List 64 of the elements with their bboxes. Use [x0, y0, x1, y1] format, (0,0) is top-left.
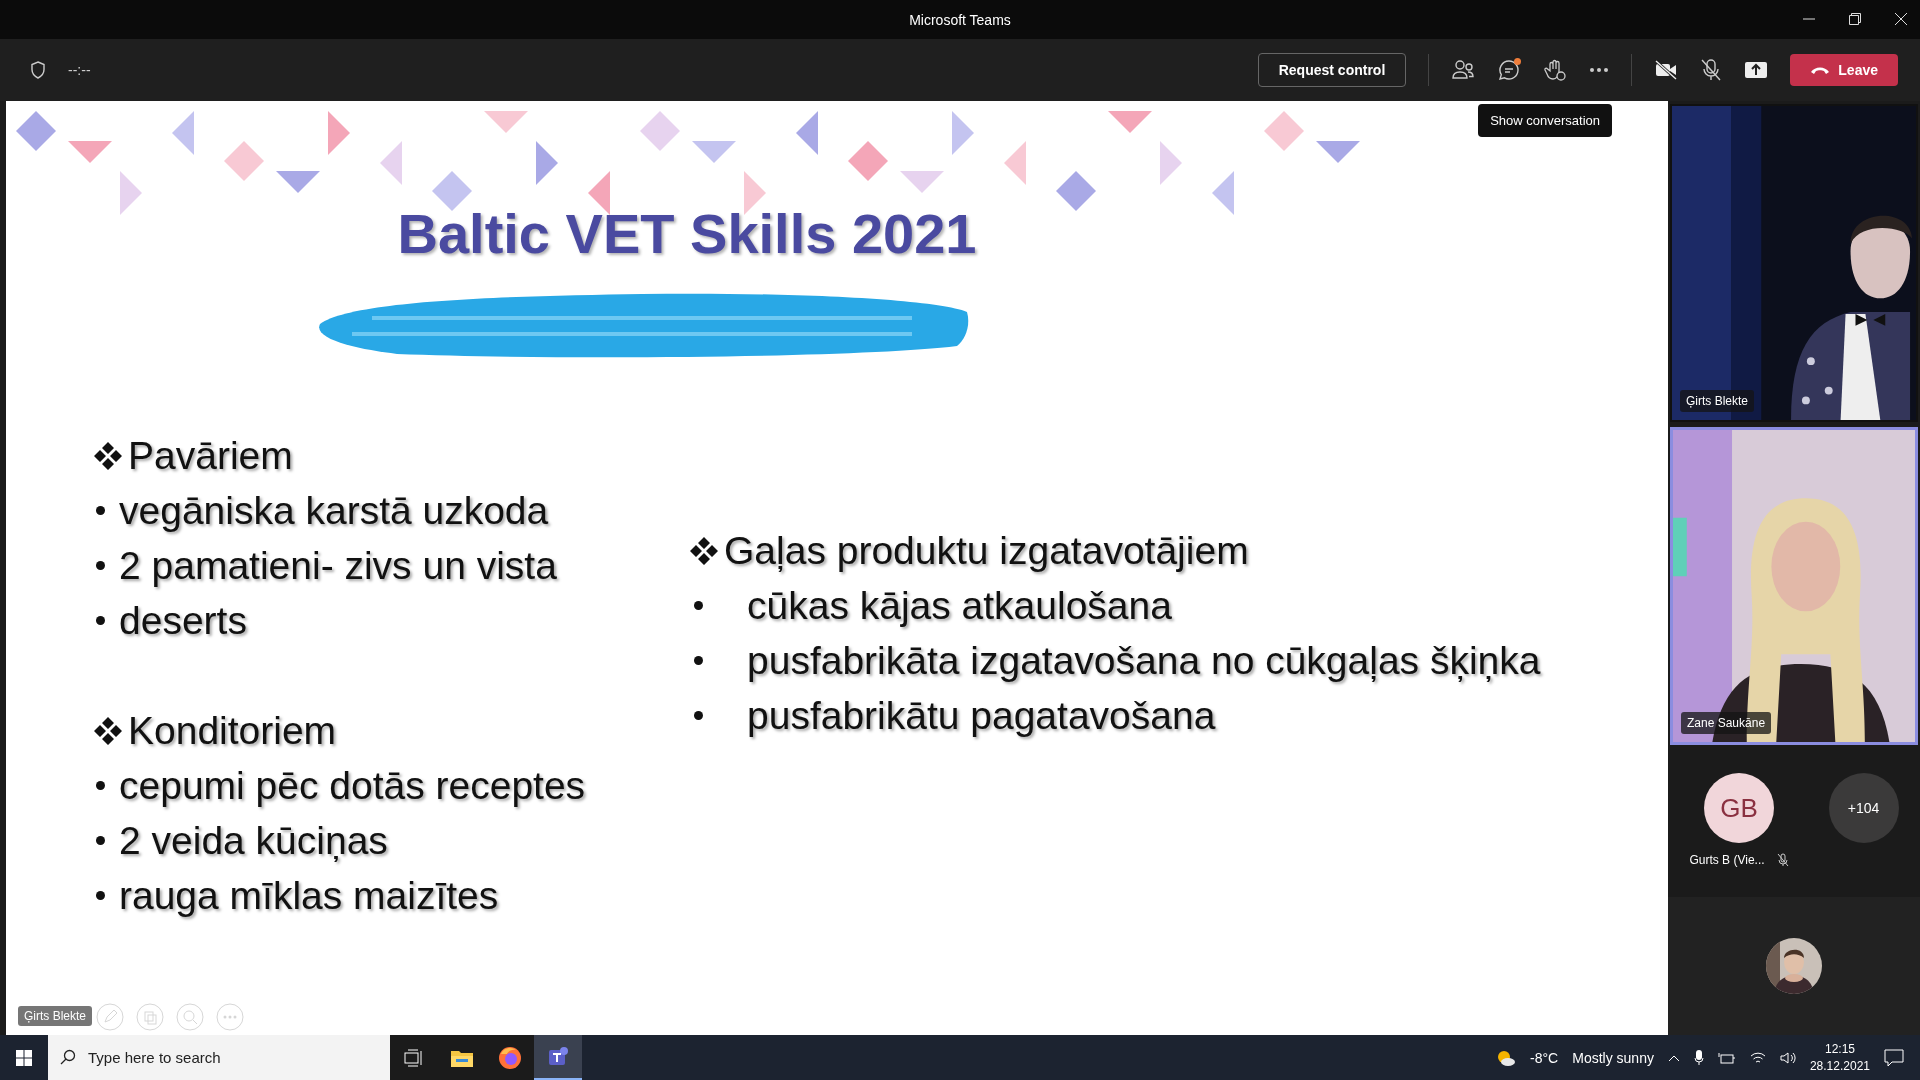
avatar: GB — [1704, 773, 1774, 843]
meeting-timer: --:-- — [68, 62, 91, 78]
chat-icon[interactable] — [1497, 58, 1522, 82]
speaker-icon[interactable] — [1779, 1050, 1796, 1065]
window-title: Microsoft Teams — [909, 11, 1011, 28]
taskbar-app[interactable] — [390, 1035, 438, 1080]
section-heading: Pavāriem — [128, 433, 293, 478]
diamond-bullet-icon — [94, 441, 122, 470]
list-item: deserts — [119, 598, 247, 643]
task-view-icon — [404, 1048, 424, 1067]
participant-name: Ģirts Blekte — [1680, 390, 1754, 412]
bullet-icon — [96, 781, 105, 790]
presenter-label: Ģirts Blekte — [18, 1006, 92, 1026]
mic-off-icon[interactable] — [1700, 58, 1723, 82]
participant-name: Zane Saukāne — [1681, 712, 1772, 734]
more-icon[interactable] — [1589, 67, 1610, 73]
leave-button[interactable]: Leave — [1790, 54, 1898, 86]
list-item: pusfabrikāta izgatavošana no cūkgaļas šķiņka — [747, 638, 1541, 683]
restore-icon[interactable] — [1848, 12, 1862, 26]
battery-icon[interactable] — [1717, 1050, 1736, 1065]
diamond-bullet-icon — [94, 716, 122, 745]
request-control-button[interactable]: Request control — [1257, 53, 1407, 87]
list-item: vegāniska karstā uzkoda — [119, 488, 549, 533]
search-icon — [60, 1049, 76, 1065]
search-field[interactable]: Type here to search — [48, 1035, 390, 1080]
camera-off-icon[interactable] — [1654, 60, 1679, 80]
bullet-icon — [96, 616, 105, 625]
clock-date: 28.12.2021 — [1809, 1057, 1870, 1075]
bullet-icon — [96, 836, 105, 845]
section-heading: Konditoriem — [128, 708, 337, 753]
hand-icon[interactable] — [1543, 58, 1568, 82]
clock-time: 12:15 — [1824, 1040, 1855, 1058]
wifi-icon[interactable] — [1749, 1050, 1766, 1065]
weather-text: Mostly sunny — [1572, 1049, 1654, 1066]
list-item: rauga mīklas maizītes — [119, 873, 499, 918]
diamond-bullet-icon — [690, 536, 718, 565]
list-item: 2 pamatieni- zivs un vista — [119, 543, 557, 588]
bullet-icon — [694, 656, 703, 665]
list-item: cepumi pēc dotās receptes — [119, 763, 586, 808]
section-heading: Gaļas produktu izgatavotājiem — [724, 528, 1249, 573]
slide-title: Baltic VET Skills 2021 — [397, 201, 977, 266]
bullet-icon — [96, 891, 105, 900]
bullet-icon — [694, 601, 703, 610]
share-icon[interactable] — [1744, 60, 1769, 80]
overflow-count[interactable]: +104 — [1828, 773, 1899, 843]
taskbar-app[interactable] — [486, 1035, 534, 1080]
bullet-icon — [694, 711, 703, 720]
mic-icon[interactable] — [1693, 1049, 1704, 1066]
bullet-icon — [96, 561, 105, 570]
list-item: 2 veida kūciņas — [119, 818, 388, 863]
list-item: cūkas kājas atkaulošana — [747, 583, 1172, 628]
close-icon[interactable] — [1894, 12, 1908, 26]
list-item: pusfabrikātu pagatavošana — [747, 693, 1216, 738]
participant-name: Gurts B (Vie... — [1689, 853, 1765, 867]
start-icon[interactable] — [16, 1049, 32, 1066]
chevron-up-icon[interactable] — [1667, 1053, 1680, 1062]
phone-icon — [1810, 65, 1831, 75]
notification-icon[interactable] — [1884, 1048, 1904, 1067]
bullet-icon — [96, 506, 105, 515]
browser-icon — [498, 1045, 522, 1070]
people-icon[interactable] — [1451, 59, 1476, 81]
temperature: -8°C — [1530, 1049, 1559, 1066]
shield-icon — [30, 61, 46, 79]
tooltip: Show conversation — [1478, 104, 1612, 137]
